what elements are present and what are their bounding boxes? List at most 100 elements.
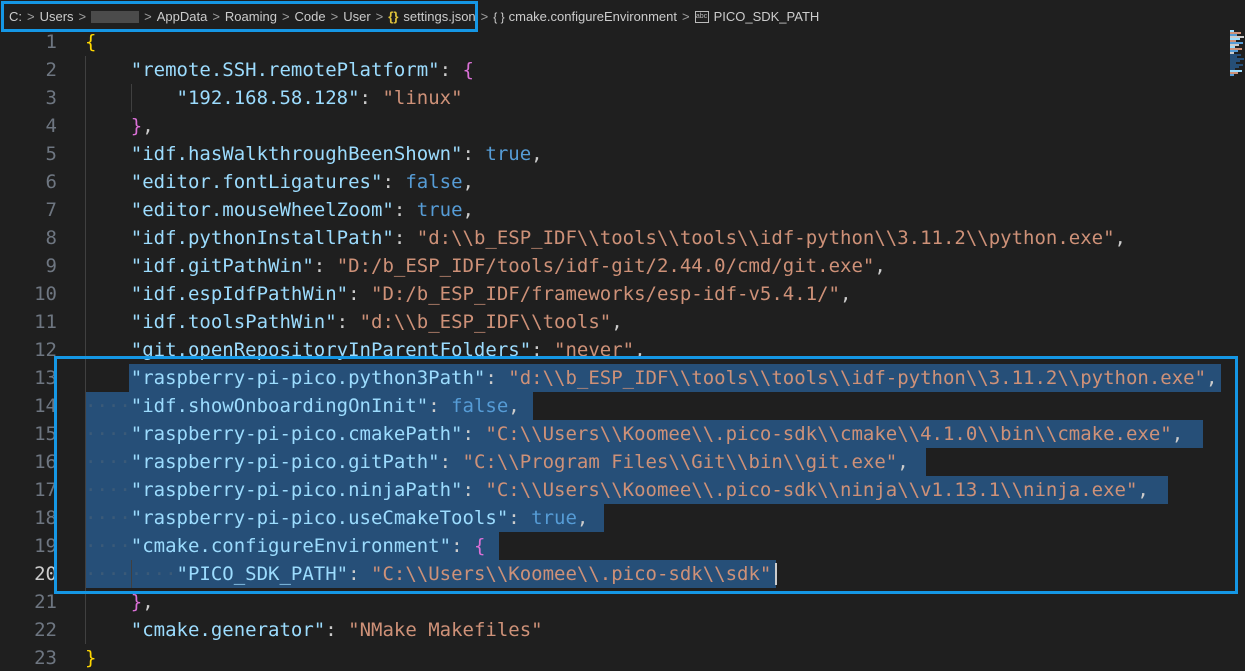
whitespace-dots: ···· bbox=[85, 507, 131, 529]
code-text[interactable]: "idf.toolsPathWin": "d:\\b_ESP_IDF\\tool… bbox=[85, 308, 623, 336]
line-number: 18 bbox=[34, 507, 57, 529]
whitespace-dots: ···· bbox=[85, 535, 131, 557]
json-key: "idf.toolsPathWin" bbox=[130, 311, 337, 333]
json-key: "raspberry-pi-pico.ninjaPath" bbox=[130, 479, 463, 501]
json-punctuation: , bbox=[142, 591, 154, 613]
line-number: 10 bbox=[34, 283, 57, 305]
json-punctuation: : bbox=[348, 563, 371, 585]
json-punctuation: : bbox=[462, 423, 486, 445]
code-line[interactable]: 18 ····"raspberry-pi-pico.useCmakeTools":… bbox=[0, 504, 1228, 532]
json-punctuation: : bbox=[462, 143, 486, 165]
code-text[interactable]: "cmake.generator": "NMake Makefiles" bbox=[85, 616, 543, 644]
code-text[interactable]: ····"raspberry-pi-pico.gitPath": "C:\\Pr… bbox=[85, 448, 909, 476]
json-punctuation: , bbox=[1114, 227, 1126, 249]
whitespace-dots: ···· bbox=[85, 395, 131, 417]
code-text[interactable]: ········"PICO_SDK_PATH": "C:\\Users\\Koo… bbox=[85, 560, 771, 588]
code-text[interactable]: }, bbox=[85, 112, 154, 140]
code-line[interactable]: 11 "idf.toolsPathWin": "d:\\b_ESP_IDF\\t… bbox=[0, 308, 1228, 336]
breadcrumb-user[interactable]: User bbox=[343, 9, 370, 24]
json-string: "D:/b_ESP_IDF/tools/idf-git/2.44.0/cmd/g… bbox=[336, 255, 875, 277]
code-line[interactable]: 9 "idf.gitPathWin": "D:/b_ESP_IDF/tools/… bbox=[0, 252, 1228, 280]
line-number: 21 bbox=[34, 591, 57, 613]
breadcrumb-symbol-key[interactable]: abc PICO_SDK_PATH bbox=[694, 9, 819, 24]
code-text[interactable]: "git.openRepositoryInParentFolders": "ne… bbox=[85, 336, 646, 364]
json-boolean: true bbox=[416, 199, 463, 221]
code-text[interactable]: ····"raspberry-pi-pico.cmakePath": "C:\\… bbox=[85, 420, 1183, 448]
code-line[interactable]: 16 ····"raspberry-pi-pico.gitPath": "C:\\… bbox=[0, 448, 1228, 476]
code-text[interactable]: ····"cmake.configureEnvironment": { bbox=[85, 532, 485, 560]
code-line[interactable]: 20 ········"PICO_SDK_PATH": "C:\\Users\\K… bbox=[0, 560, 1228, 588]
code-line[interactable]: 5 "idf.hasWalkthroughBeenShown": true, bbox=[0, 140, 1228, 168]
code-line[interactable]: 10 "idf.espIdfPathWin": "D:/b_ESP_IDF/fr… bbox=[0, 280, 1228, 308]
breadcrumb-drive[interactable]: C: bbox=[9, 9, 22, 24]
code-line[interactable]: 12 "git.openRepositoryInParentFolders": … bbox=[0, 336, 1228, 364]
breadcrumb-symbol-object[interactable]: { } cmake.configureEnvironment bbox=[493, 9, 677, 24]
code-text[interactable]: ····"raspberry-pi-pico.useCmakeTools": t… bbox=[85, 504, 588, 532]
code-text[interactable]: "editor.fontLigatures": false, bbox=[85, 168, 474, 196]
line-number: 7 bbox=[45, 199, 57, 221]
code-editor[interactable]: C: > Users > > AppData > Roaming > Code … bbox=[0, 0, 1245, 671]
breadcrumb-roaming[interactable]: Roaming bbox=[225, 9, 277, 24]
code-text[interactable]: "idf.pythonInstallPath": "d:\\b_ESP_IDF\… bbox=[85, 224, 1126, 252]
chevron-right-icon: > bbox=[144, 9, 152, 24]
whitespace-dots: ···· bbox=[85, 423, 131, 445]
code-text[interactable]: "editor.mouseWheelZoom": true, bbox=[85, 196, 474, 224]
code-line[interactable]: 7 "editor.mouseWheelZoom": true, bbox=[0, 196, 1228, 224]
code-text[interactable]: ····"idf.showOnboardingOnInit": false, bbox=[85, 392, 520, 420]
code-line[interactable]: 15 ····"raspberry-pi-pico.cmakePath": "C:… bbox=[0, 420, 1228, 448]
code-line[interactable]: 1{ bbox=[0, 28, 1228, 56]
minimap-line bbox=[1230, 74, 1234, 76]
code-line[interactable]: 6 "editor.fontLigatures": false, bbox=[0, 168, 1228, 196]
code-line[interactable]: 22 "cmake.generator": "NMake Makefiles" bbox=[0, 616, 1228, 644]
json-punctuation: : bbox=[531, 339, 555, 361]
json-punctuation: , bbox=[462, 199, 474, 221]
code-text[interactable]: "idf.hasWalkthroughBeenShown": true, bbox=[85, 140, 543, 168]
line-number: 20 bbox=[34, 563, 57, 585]
breadcrumb-code[interactable]: Code bbox=[295, 9, 326, 24]
code-text[interactable]: } bbox=[85, 644, 96, 671]
code-line[interactable]: 17 ····"raspberry-pi-pico.ninjaPath": "C:… bbox=[0, 476, 1228, 504]
line-number: 8 bbox=[45, 227, 57, 249]
breadcrumb-users[interactable]: Users bbox=[40, 9, 74, 24]
code-text[interactable]: "idf.espIdfPathWin": "D:/b_ESP_IDF/frame… bbox=[85, 280, 852, 308]
breadcrumb-redacted-username[interactable] bbox=[91, 10, 140, 23]
json-punctuation: , bbox=[611, 311, 623, 333]
json-punctuation: , bbox=[840, 283, 852, 305]
code-text[interactable]: ····"raspberry-pi-pico.ninjaPath": "C:\\… bbox=[85, 476, 1149, 504]
code-text[interactable]: "idf.gitPathWin": "D:/b_ESP_IDF/tools/id… bbox=[85, 252, 886, 280]
json-punctuation: : bbox=[439, 59, 463, 81]
json-key: "raspberry-pi-pico.cmakePath" bbox=[130, 423, 463, 445]
code-text[interactable]: { bbox=[85, 28, 96, 56]
line-number: 6 bbox=[45, 171, 57, 193]
code-line[interactable]: 21 }, bbox=[0, 588, 1228, 616]
code-line[interactable]: 13 "raspberry-pi-pico.python3Path": "d:\… bbox=[0, 364, 1228, 392]
chevron-right-icon: > bbox=[78, 9, 87, 24]
breadcrumb-file[interactable]: {} settings.json bbox=[388, 9, 475, 24]
line-number: 2 bbox=[45, 59, 57, 81]
minimap[interactable] bbox=[1228, 28, 1245, 671]
breadcrumb-appdata[interactable]: AppData bbox=[157, 9, 208, 24]
code-text[interactable]: "remote.SSH.remotePlatform": { bbox=[85, 56, 474, 84]
code-line[interactable]: 8 "idf.pythonInstallPath": "d:\\b_ESP_ID… bbox=[0, 224, 1228, 252]
json-file-icon: {} bbox=[388, 9, 399, 24]
code-line[interactable]: 14 ····"idf.showOnboardingOnInit": false, bbox=[0, 392, 1228, 420]
code-line[interactable]: 3 "192.168.58.128": "linux" bbox=[0, 84, 1228, 112]
code-lines[interactable]: 1{2 "remote.SSH.remotePlatform": {3 "192… bbox=[0, 28, 1228, 671]
code-text[interactable]: }, bbox=[85, 588, 154, 616]
json-punctuation: , bbox=[462, 171, 474, 193]
line-number: 9 bbox=[45, 255, 57, 277]
chevron-right-icon: > bbox=[480, 9, 489, 24]
line-number: 12 bbox=[34, 339, 57, 361]
code-text[interactable]: "raspberry-pi-pico.python3Path": "d:\\b_… bbox=[85, 364, 1218, 392]
code-line[interactable]: 23} bbox=[0, 644, 1228, 671]
code-line[interactable]: 4 }, bbox=[0, 112, 1228, 140]
code-line[interactable]: 2 "remote.SSH.remotePlatform": { bbox=[0, 56, 1228, 84]
json-key: "192.168.58.128" bbox=[176, 87, 360, 109]
code-text[interactable]: "192.168.58.128": "linux" bbox=[85, 84, 463, 112]
json-key: "idf.showOnboardingOnInit" bbox=[130, 395, 429, 417]
json-punctuation: : bbox=[382, 171, 406, 193]
line-number: 15 bbox=[34, 423, 57, 445]
json-string: "d:\\b_ESP_IDF\\tools\\tools\\idf-python… bbox=[416, 227, 1115, 249]
code-line[interactable]: 19 ····"cmake.configureEnvironment": { bbox=[0, 532, 1228, 560]
json-string: "d:\\b_ESP_IDF\\tools" bbox=[359, 311, 612, 333]
